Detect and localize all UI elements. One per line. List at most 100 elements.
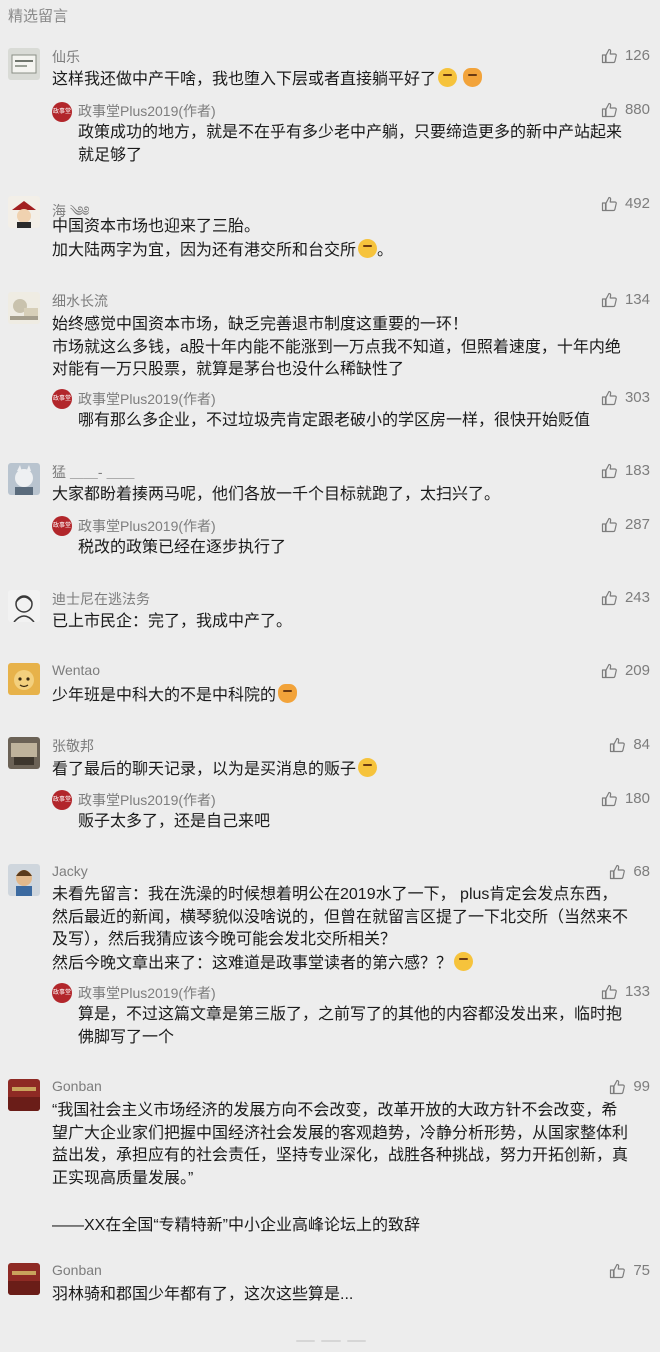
commenter-name[interactable]: 仙乐 [52,47,80,67]
commenter-name[interactable]: Gonban [52,1262,102,1278]
comment-text-line: 中国资本市场也迎来了三胎。 [52,218,261,235]
section-title: 精选留言 [8,8,69,25]
author-avatar[interactable]: 政事堂 [52,516,72,536]
like-button[interactable]: 84 [609,736,650,753]
reply-author-name[interactable]: 政事堂Plus2019(作者) [78,790,216,810]
comment-text-line: 已上市民企：完了，我成中产了。 [52,613,293,630]
flushed-emoji-icon [358,758,378,777]
like-button[interactable]: 126 [601,47,650,64]
commenter-name[interactable]: Gonban [52,1078,102,1094]
comment-text-line: 然后最近的新闻，横琴貌似没啥说的，但曾在就留言区提了一下北交所（当然来不 [52,908,629,926]
reply-text-line: 税改的政策已经在逐步执行了 [78,539,287,556]
avatar[interactable] [8,864,40,896]
comment-text-line: 对能有一万只股票，就算是茅台也没什么稀缺性了 [52,361,405,378]
reply-like-button[interactable]: 303 [601,389,650,406]
reply-author-name[interactable]: 政事堂Plus2019(作者) [78,101,216,121]
comment-text: 中国资本市场也迎来了三胎。 加大陆两字为宜，因为还有港交所和台交所。 [52,216,648,262]
comment-text: 大家都盼着揍两马呢，他们各放一千个目标就跑了，太扫兴了。 [52,484,648,507]
reply-text-line: 贩子太多了，还是自己来吧 [78,813,271,830]
reply-like-button[interactable]: 287 [601,516,650,533]
like-count: 84 [633,736,650,753]
like-count: 134 [624,291,650,308]
reply-author-name[interactable]: 政事堂Plus2019(作者) [78,389,216,409]
thumb-up-icon [601,463,617,478]
thumb-up-icon [610,1079,626,1094]
reply-text-line: 就足够了 [78,146,143,164]
thumb-up-icon [610,864,626,879]
avatar[interactable] [8,737,40,769]
avatar[interactable] [8,1263,40,1295]
avatar[interactable] [8,1079,40,1111]
commenter-name[interactable]: 猛 ＿＿- ＿＿ [52,462,134,482]
like-count: 133 [624,983,650,1000]
author-avatar[interactable]: 政事堂 [52,983,72,1003]
comment-text-line: 羽林骑和郡国少年都有了，这次这些算是... [52,1286,354,1303]
like-count: 126 [624,47,650,64]
commenter-name[interactable]: Jacky [52,863,88,879]
reply-author-name[interactable]: 政事堂Plus2019(作者) [78,983,216,1003]
like-button[interactable]: 243 [601,589,650,606]
avatar[interactable] [8,663,40,695]
reply-like-button[interactable]: 133 [601,983,650,1000]
laugh-cry-emoji-icon [454,951,474,971]
reply-text-line: 算是，不过这篇文章是第三版了，之前写了的其他的内容都没发出来，临时抱 [78,1006,623,1023]
like-count: 243 [624,589,650,606]
quote-signature: ——XX在全国“专精特新”中小企业高峰论坛上的致辞 [52,1217,421,1234]
reply-like-button[interactable]: 180 [601,790,650,807]
avatar[interactable] [8,590,40,622]
commenter-name[interactable]: 张敬邦 [52,736,94,756]
avatar[interactable] [8,292,40,324]
comment-text-line: 及写），然后我猜应该今晚可能会发北交所相关？ [52,931,397,948]
commenter-name[interactable]: 细水长流 [52,291,108,311]
comment-text: 羽林骑和郡国少年都有了，这次这些算是... [52,1284,648,1307]
scroll-indicator-segment [321,1340,341,1342]
comment-text-line: 未看先留言：我在洗澡的时候想着明公在2019水了一下， plus肯定会发点东西， [52,886,618,903]
scroll-indicator-segment [296,1340,316,1342]
author-avatar[interactable]: 政事堂 [52,102,72,122]
like-button[interactable]: 68 [609,863,650,880]
comment-text-line: 然后今晚文章出来了：这难道是政事堂读者的第六感？？ [52,954,453,972]
thumb-up-icon [601,663,617,678]
reply-like-button[interactable]: 880 [601,101,650,118]
comment-text-line: 正实现高质量发展。” [52,1169,194,1187]
commenter-name[interactable]: 迪士尼在逃法务 [52,589,150,609]
like-count: 183 [624,462,650,479]
comment-text-line: 始终感觉中国资本市场，缺乏完善退市制度这重要的一环！ [52,316,469,333]
comment-text-line: 少年班是中科大的不是中科院的 [52,687,277,704]
like-button[interactable]: 134 [601,291,650,308]
like-count: 303 [624,389,650,406]
author-avatar[interactable]: 政事堂 [52,389,72,409]
cat-emoji-icon [278,684,298,703]
thumb-up-icon [610,1263,626,1278]
avatar[interactable] [8,196,40,228]
reply-text: 贩子太多了，还是自己来吧 [78,811,648,834]
commenter-name[interactable]: Wentao [52,662,100,678]
reply-text: 哪有那么多企业，不过垃圾壳肯定跟老破小的学区房一样，很快开始贬值 [78,410,648,433]
like-button[interactable]: 209 [601,662,650,679]
thumb-up-icon [610,737,626,752]
comment-text-line: 加大陆两字为宜，因为还有港交所和台交所 [52,241,357,259]
avatar[interactable] [8,48,40,80]
smirk-emoji-icon [358,238,378,258]
author-avatar[interactable]: 政事堂 [52,790,72,810]
like-button[interactable]: 492 [601,195,650,212]
scroll-indicator-segment [346,1340,366,1342]
thumb-up-icon [601,48,617,63]
reply-text-line: 佛脚写了一个 [78,1028,175,1046]
thumb-up-icon [601,390,617,405]
like-button[interactable]: 183 [601,462,650,479]
like-count: 492 [624,195,650,212]
avatar[interactable] [8,463,40,495]
comment-text-line: 市场就这么多钱，a股十年内能不能涨到一万点我不知道，但照着速度，十年内绝 [52,338,621,356]
comment-text-line: 望广大企业家们把握中国经济社会发展的客观趋势，冷静分析形势，从国家整体利 [52,1124,629,1142]
reply-author-name[interactable]: 政事堂Plus2019(作者) [78,516,216,536]
like-count: 180 [624,790,650,807]
comment-text-line: “我国社会主义市场经济的发展方向不会改变，改革开放的大政方针不会改变，希 [52,1102,618,1119]
comment-text: “我国社会主义市场经济的发展方向不会改变，改革开放的大政方针不会改变，希 望广大… [52,1100,648,1190]
like-button[interactable]: 75 [609,1262,650,1279]
thumb-up-icon [601,791,617,806]
like-count: 75 [633,1262,650,1279]
thumb-up-icon [601,102,617,117]
like-button[interactable]: 99 [609,1078,650,1095]
reply-text: 税改的政策已经在逐步执行了 [78,537,648,560]
